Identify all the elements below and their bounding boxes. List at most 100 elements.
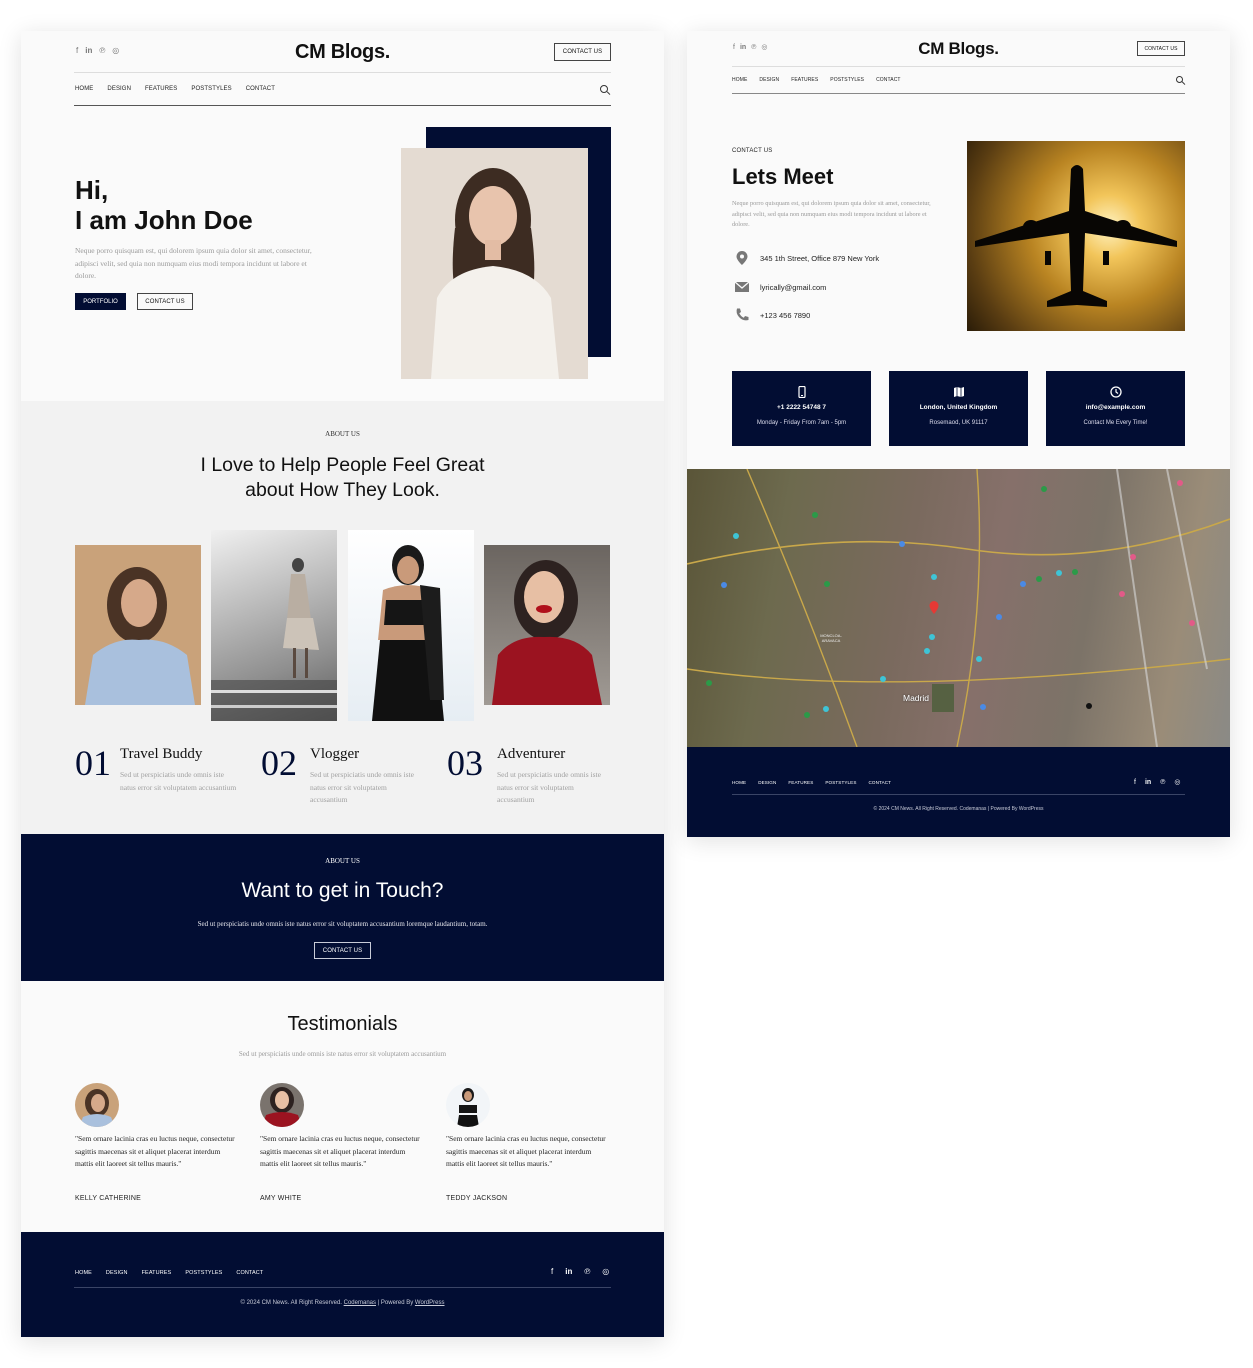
map-district-label: MONCLOA-ARAVACA bbox=[820, 633, 842, 643]
card-title: info@example.com bbox=[1085, 404, 1146, 411]
footer-social-links: f in ℗ ◎ bbox=[1134, 778, 1180, 787]
card-title: +1 2222 54748 7 bbox=[777, 404, 826, 411]
footer-nav-features[interactable]: FEATURES bbox=[788, 780, 813, 785]
facebook-icon[interactable]: f bbox=[1134, 779, 1136, 786]
search-icon[interactable] bbox=[1176, 76, 1183, 83]
pinterest-icon[interactable]: ℗ bbox=[584, 1267, 590, 1276]
codemanas-link[interactable]: Codemanas bbox=[344, 1300, 376, 1306]
footer-divider bbox=[732, 794, 1185, 795]
main-nav: HOME DESIGN FEATURES POSTSTYLES CONTACT bbox=[732, 77, 901, 83]
pinterest-icon[interactable]: ℗ bbox=[1160, 779, 1165, 786]
nav-features[interactable]: FEATURES bbox=[145, 86, 177, 92]
main-nav: HOME DESIGN FEATURES POSTSTYLES CONTACT bbox=[75, 86, 275, 92]
footer bbox=[21, 1232, 664, 1337]
footer-nav-design[interactable]: DESIGN bbox=[106, 1270, 128, 1276]
footer-nav: HOME DESIGN FEATURES POSTSTYLES CONTACT bbox=[75, 1270, 263, 1276]
nav-underline bbox=[74, 105, 611, 106]
testimonial-quote: "Sem ornare lacinia cras eu luctus neque… bbox=[446, 1134, 606, 1168]
feature-title: Travel Buddy bbox=[120, 746, 203, 762]
gallery-image-4 bbox=[484, 545, 610, 705]
search-icon[interactable] bbox=[600, 85, 608, 93]
feature-number: 03 bbox=[447, 743, 483, 783]
footer-divider bbox=[74, 1287, 611, 1288]
footer-nav-features[interactable]: FEATURES bbox=[142, 1270, 172, 1276]
card-subtitle: Rosemaod, UK 91117 bbox=[929, 420, 988, 426]
header-contact-button[interactable]: CONTACT US bbox=[1137, 41, 1185, 56]
portfolio-page: f in ℗ ◎ CM Blogs. CONTACT US HOME DESIG… bbox=[21, 31, 664, 1337]
instagram-icon[interactable]: ◎ bbox=[602, 1267, 609, 1276]
info-card-location: London, United Kingdom Rosemaod, UK 9111… bbox=[889, 371, 1028, 446]
map-embed[interactable]: Madrid MONCLOA-ARAVACA bbox=[687, 469, 1230, 747]
wordpress-link[interactable]: WordPress bbox=[415, 1300, 445, 1306]
footer-copyright: © 2024 CM News. All Right Reserved. Code… bbox=[873, 806, 1044, 812]
feature-text: Sed ut perspiciatis unde omnis iste natu… bbox=[310, 770, 414, 804]
hero-portrait-image bbox=[401, 148, 588, 379]
location-pin-icon bbox=[734, 250, 750, 266]
about-title: I Love to Help People Feel Great about H… bbox=[21, 453, 664, 503]
footer-nav-poststyles[interactable]: POSTSTYLES bbox=[185, 1270, 222, 1276]
contact-page: f in ℗ ◎ CM Blogs. CONTACT US HOME DESIG… bbox=[687, 31, 1230, 837]
nav-contact[interactable]: CONTACT bbox=[876, 77, 901, 83]
address-text: 345 1th Street, Office 879 New York bbox=[760, 253, 880, 263]
info-card-email: info@example.com Contact Me Every Time! bbox=[1046, 371, 1185, 446]
nav-contact[interactable]: CONTACT bbox=[246, 86, 275, 92]
airplane-image bbox=[967, 141, 1185, 331]
contact-phone: +123 456 7890 bbox=[734, 307, 810, 323]
powered-by-text: | Powered By bbox=[377, 1300, 414, 1306]
header-divider bbox=[74, 72, 611, 73]
instagram-icon[interactable]: ◎ bbox=[1174, 778, 1180, 786]
footer-nav-contact[interactable]: CONTACT bbox=[869, 780, 892, 785]
nav-underline bbox=[732, 93, 1185, 94]
nav-poststyles[interactable]: POSTSTYLES bbox=[191, 86, 231, 92]
footer-nav-design[interactable]: DESIGN bbox=[758, 780, 776, 785]
footer-nav-contact[interactable]: CONTACT bbox=[236, 1270, 263, 1276]
footer-nav-poststyles[interactable]: POSTSTYLES bbox=[825, 780, 856, 785]
testimonial-quote: "Sem ornare lacinia cras eu luctus neque… bbox=[75, 1134, 235, 1168]
card-subtitle: Monday - Friday From 7am - 5pm bbox=[756, 420, 847, 426]
footer-nav-home[interactable]: HOME bbox=[75, 1270, 92, 1276]
nav-design[interactable]: DESIGN bbox=[107, 86, 131, 92]
portfolio-button[interactable]: PORTFOLIO bbox=[75, 293, 126, 310]
cta-contact-button[interactable]: CONTACT US bbox=[314, 942, 371, 959]
testimonial-quote: "Sem ornare lacinia cras eu luctus neque… bbox=[260, 1134, 420, 1168]
feature-text: Sed ut perspiciatis unde omnis iste natu… bbox=[497, 770, 601, 804]
testimonial-author: AMY WHITE bbox=[260, 1195, 302, 1202]
nav-design[interactable]: DESIGN bbox=[759, 77, 779, 83]
testimonials-subtitle: Sed ut perspiciatis unde omnis iste natu… bbox=[238, 1050, 447, 1058]
facebook-icon[interactable]: f bbox=[551, 1267, 553, 1276]
phone-text[interactable]: +123 456 7890 bbox=[760, 311, 810, 320]
contact-address: 345 1th Street, Office 879 New York bbox=[734, 250, 879, 266]
nav-home[interactable]: HOME bbox=[732, 77, 747, 83]
feature-number: 01 bbox=[75, 743, 111, 783]
clock-icon bbox=[1109, 385, 1122, 398]
nav-features[interactable]: FEATURES bbox=[791, 77, 818, 83]
header-contact-button[interactable]: CONTACT US bbox=[554, 43, 611, 61]
hero-title: I am John Doe bbox=[75, 205, 253, 235]
gallery-image-3 bbox=[348, 530, 474, 721]
about-eyebrow: ABOUT US bbox=[325, 430, 360, 438]
contact-eyebrow: CONTACT US bbox=[732, 148, 773, 154]
nav-home[interactable]: HOME bbox=[75, 86, 93, 92]
feature-text: Sed ut perspiciatis unde omnis iste natu… bbox=[120, 770, 237, 792]
contact-description: Neque porro quisquam est, qui dolorem ip… bbox=[732, 200, 931, 228]
header-divider bbox=[732, 66, 1185, 67]
footer-social-links: f in ℗ ◎ bbox=[551, 1267, 609, 1276]
email-link[interactable]: lyrically@gmail.com bbox=[760, 283, 826, 292]
feature-title: Vlogger bbox=[310, 746, 360, 762]
gallery-image-2 bbox=[211, 530, 337, 721]
linkedin-icon[interactable]: in bbox=[1145, 779, 1151, 786]
nav-poststyles[interactable]: POSTSTYLES bbox=[830, 77, 864, 83]
about-title-line-2: about How They Look. bbox=[245, 479, 440, 501]
envelope-icon bbox=[734, 279, 750, 295]
footer-nav: HOME DESIGN FEATURES POSTSTYLES CONTACT bbox=[732, 780, 891, 785]
phone-icon bbox=[734, 307, 750, 323]
hero-contact-button[interactable]: CONTACT US bbox=[137, 293, 193, 310]
map-location-pin-icon[interactable] bbox=[929, 601, 939, 614]
testimonial-author: TEDDY JACKSON bbox=[446, 1195, 508, 1202]
linkedin-icon[interactable]: in bbox=[565, 1267, 572, 1276]
footer-nav-home[interactable]: HOME bbox=[732, 780, 746, 785]
avatar bbox=[75, 1083, 119, 1127]
contact-email: lyrically@gmail.com bbox=[734, 279, 826, 295]
cta-eyebrow: ABOUT US bbox=[325, 857, 360, 865]
testimonials-title: Testimonials bbox=[287, 1013, 398, 1035]
